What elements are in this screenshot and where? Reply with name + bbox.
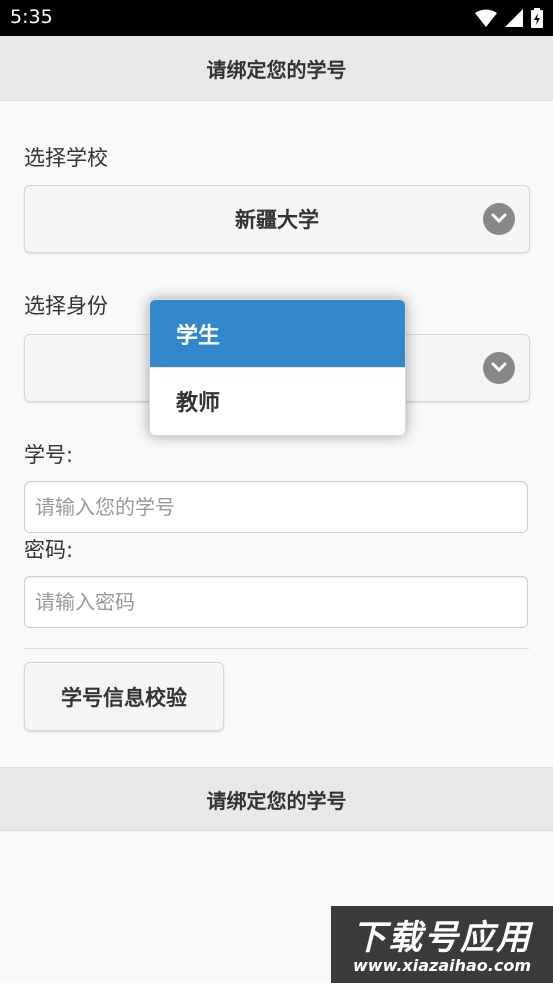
student-id-label: 学号: xyxy=(24,443,74,467)
page-footer: 请绑定您的学号 xyxy=(0,767,553,831)
school-select[interactable]: 新疆大学 xyxy=(24,185,530,253)
signal-icon xyxy=(505,9,523,27)
dropdown-option-teacher[interactable]: 教师 xyxy=(150,367,405,434)
student-id-input[interactable] xyxy=(24,481,528,533)
status-icons xyxy=(475,8,543,28)
verify-button[interactable]: 学号信息校验 xyxy=(24,662,224,731)
status-time: 5:35 xyxy=(10,6,53,28)
battery-icon xyxy=(531,8,543,28)
identity-label: 选择身份 xyxy=(24,294,108,318)
status-bar: 5:35 xyxy=(0,0,553,36)
watermark-title: 下载号应用 xyxy=(352,918,532,958)
school-select-value: 新疆大学 xyxy=(235,208,319,232)
password-input[interactable] xyxy=(24,576,528,628)
password-label: 密码: xyxy=(24,538,74,562)
divider xyxy=(24,648,529,649)
watermark-logo: 下载号应用 www.xiazaihao.com xyxy=(331,906,553,983)
watermark-url: www.xiazaihao.com xyxy=(353,956,531,975)
page-header: 请绑定您的学号 xyxy=(0,36,553,101)
chevron-down-icon xyxy=(483,203,515,235)
dropdown-option-student[interactable]: 学生 xyxy=(150,300,405,367)
chevron-down-icon xyxy=(483,352,515,384)
footer-title: 请绑定您的学号 xyxy=(206,788,347,813)
wifi-icon xyxy=(475,9,497,27)
page-title: 请绑定您的学号 xyxy=(206,57,347,82)
identity-dropdown-menu: 学生 教师 xyxy=(149,299,406,436)
school-label: 选择学校 xyxy=(24,146,108,170)
